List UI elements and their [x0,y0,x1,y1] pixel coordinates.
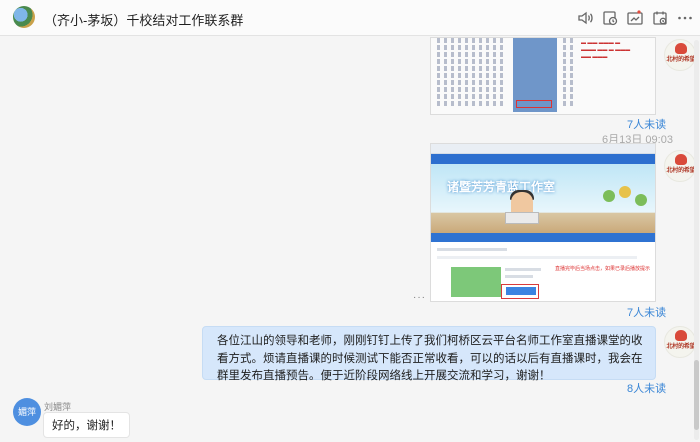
sender-avatar[interactable]: 媚萍 [13,398,41,426]
banner-title: 诸暨芳芳青蓝工作室 [447,180,556,194]
screenshot-video-card [451,267,501,297]
read-status[interactable]: 8人未读 [627,380,666,396]
scrollbar-thumb[interactable] [694,360,699,430]
calendar-icon[interactable] [651,9,669,27]
more-icon[interactable] [676,9,694,27]
group-title[interactable]: （齐小-茅坂）千校结对工作联系群 [44,10,243,29]
screenshot-red-note: ▬ ▬▬ ▬▬▬ ▬ ▬▬▬ ▬▬ ▬ ▬▬▬ ▬▬ ▬▬▬ [581,40,631,60]
self-avatar[interactable]: 北村的希望 [664,39,696,71]
screenshot-red-note: 直播完毕后当场点击，如果已录后播放提示 [555,266,651,272]
text-message[interactable]: 好的，谢谢！ [43,412,130,438]
read-status[interactable]: 7人未读 [627,304,666,320]
group-avatar[interactable] [13,6,35,28]
scrollbar[interactable] [694,40,699,440]
chat-header: （齐小-茅坂）千校结对工作联系群 [0,0,700,36]
screenshot-banner: 诸暨芳芳青蓝工作室 [431,164,655,233]
screenshot-red-box [516,100,552,108]
image-message[interactable]: ▬ ▬▬ ▬▬▬ ▬ ▬▬▬ ▬▬ ▬ ▬▬▬ ▬▬ ▬▬▬ [430,37,656,115]
screenshot-sub-nav [431,233,655,242]
image-message[interactable]: 诸暨芳芳青蓝工作室 直播完毕后当场点击，如果已录后播放提示 [430,143,656,302]
read-status[interactable]: 7人未读 [627,116,666,132]
self-avatar[interactable]: 北村的希望 [664,326,696,358]
screenshot-browser-bar [431,144,655,154]
speaker-icon[interactable] [576,9,594,27]
screenshot-table-left [437,38,507,114]
message-list[interactable]: ▬ ▬▬ ▬▬▬ ▬ ▬▬▬ ▬▬ ▬ ▬▬▬ ▬▬ ▬▬▬ 北村的希望 7人未… [0,37,700,442]
text-message[interactable]: 各位江山的领导和老师，刚刚钉钉上传了我们柯桥区云平台名师工作室直播课堂的收看方式… [202,326,656,382]
screen-share-icon[interactable] [626,9,644,27]
screenshot-red-box [501,284,539,299]
history-icon[interactable] [601,9,619,27]
screenshot-table-right [563,38,577,114]
message-more-icon[interactable]: ··· [413,292,426,303]
self-avatar[interactable]: 北村的希望 [664,150,696,182]
screenshot-site-nav [431,154,655,164]
